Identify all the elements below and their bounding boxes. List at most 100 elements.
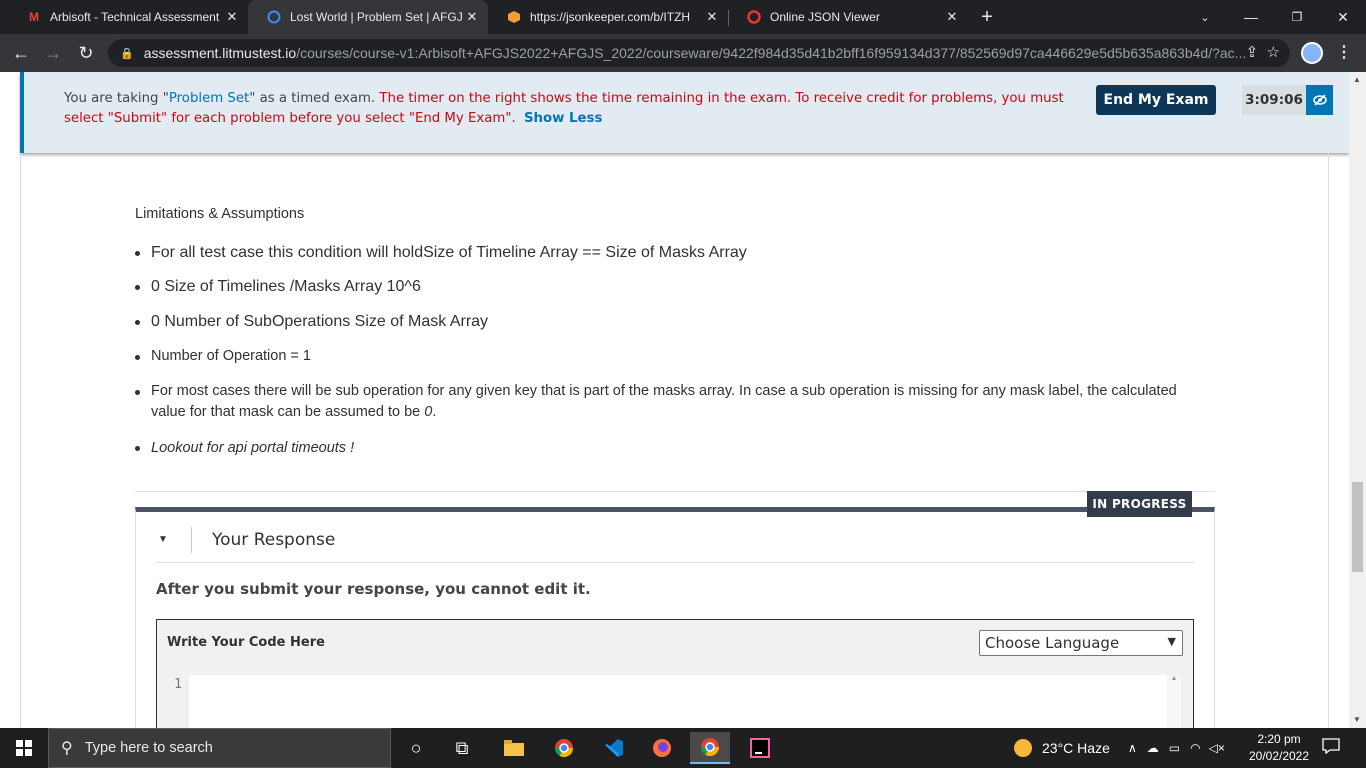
timed-exam-banner: You are taking "Problem Set" as a timed … — [20, 72, 1349, 153]
limitation-item: Lookout for api portal timeouts ! — [135, 437, 1195, 459]
response-note: After you submit your response, you cann… — [156, 580, 591, 598]
reload-icon[interactable]: ↻ — [74, 41, 98, 65]
task-view-icon[interactable]: ⧉ — [442, 732, 482, 764]
scroll-down-icon[interactable]: ▼ — [1353, 715, 1361, 724]
system-tray-icons[interactable]: ∧ ☁ ▭ ◠ ◁× — [1128, 728, 1225, 768]
show-less-link[interactable]: Show Less — [524, 111, 602, 126]
windows-logo-icon — [16, 740, 32, 756]
tab-title: Lost World | Problem Set | AFGJS — [290, 10, 462, 24]
scrollbar-thumb[interactable] — [1352, 482, 1363, 572]
tab-title: Online JSON Viewer — [770, 10, 880, 24]
profile-avatar[interactable] — [1301, 42, 1323, 64]
forward-arrow-icon[interactable]: → — [41, 41, 65, 65]
browser-tab-bar: M Arbisoft - Technical Assessment - ✕ Lo… — [0, 0, 1366, 34]
response-panel: ▼ Your Response After you submit your re… — [135, 507, 1215, 728]
new-tab-button[interactable]: + — [976, 6, 998, 28]
limitation-item: 0 Size of Timelines /Masks Array 10^6 — [135, 276, 1195, 298]
close-icon[interactable]: ✕ — [942, 9, 962, 25]
collapse-caret-icon[interactable]: ▼ — [158, 534, 168, 545]
limitation-item: 0 Number of SubOperations Size of Mask A… — [135, 311, 1195, 333]
address-toolbar: ← → ↻ 🔒 assessment.litmustest.io/courses… — [0, 34, 1366, 72]
tab-lost-world[interactable]: Lost World | Problem Set | AFGJS ✕ — [248, 0, 488, 34]
section-divider — [135, 491, 1215, 492]
response-title: Your Response — [212, 530, 336, 550]
vscode-icon[interactable] — [594, 732, 634, 764]
close-icon[interactable]: ✕ — [222, 9, 242, 25]
windows-taskbar: ⚲ Type here to search ○ ⧉ 23°C Haze ∧ ☁ … — [0, 728, 1366, 768]
page-scrollbar[interactable]: ▲ ▼ — [1349, 72, 1366, 728]
edx-icon — [266, 9, 282, 25]
tab-search-chevron-icon[interactable]: ⌄ — [1182, 0, 1228, 34]
tab-title: Arbisoft - Technical Assessment - — [50, 10, 222, 24]
chrome-active-icon[interactable] — [690, 732, 730, 764]
limitation-item: For most cases there will be sub operati… — [135, 381, 1195, 424]
status-badge: IN PROGRESS — [1087, 491, 1192, 517]
banner-text: You are taking " — [64, 91, 169, 106]
limitation-item: For all test case this condition will ho… — [135, 242, 1195, 264]
limitation-period: . — [432, 404, 437, 420]
tab-json-viewer[interactable]: Online JSON Viewer ✕ — [728, 0, 968, 34]
start-button[interactable] — [0, 728, 48, 768]
language-select-value: Choose Language — [985, 634, 1120, 652]
taskbar-clock[interactable]: 2:20 pm 20/02/2022 — [1244, 731, 1314, 765]
gmail-icon: M — [29, 10, 39, 24]
close-icon[interactable]: ✕ — [462, 9, 482, 25]
battery-icon[interactable]: ▭ — [1169, 741, 1180, 755]
chevron-down-icon: ▼ — [1167, 635, 1176, 648]
taskbar-search-placeholder: Type here to search — [84, 740, 213, 756]
wifi-icon[interactable]: ◠ — [1190, 741, 1200, 755]
editor-label: Write Your Code Here — [167, 635, 325, 650]
file-explorer-icon[interactable] — [494, 732, 534, 764]
opera-icon — [746, 9, 762, 25]
banner-text: " as a timed exam. — [249, 91, 380, 106]
hide-timer-eye-icon[interactable] — [1306, 85, 1333, 115]
url-host: assessment.litmustest.io — [143, 45, 297, 61]
url-bar[interactable]: 🔒 assessment.litmustest.io/courses/cours… — [108, 39, 1290, 67]
haze-weather-icon — [1014, 739, 1032, 757]
code-input[interactable] — [189, 675, 1167, 728]
jsonkeeper-icon — [506, 9, 522, 25]
response-divider — [156, 562, 1194, 563]
share-and-bookmark-icons[interactable]: ⇪ ☆ — [1246, 43, 1280, 61]
clock-time: 2:20 pm — [1257, 732, 1301, 746]
tab-jsonkeeper[interactable]: https://jsonkeeper.com/b/ITZH ✕ — [488, 0, 728, 34]
minimize-button[interactable]: — — [1228, 0, 1274, 34]
scroll-up-icon[interactable]: ▲ — [1353, 75, 1361, 84]
header-separator — [191, 527, 192, 553]
exam-banner-message: You are taking "Problem Set" as a timed … — [64, 89, 1094, 129]
restore-button[interactable]: ❐ — [1274, 0, 1320, 34]
limitations-list: For all test case this condition will ho… — [135, 242, 1195, 459]
taskbar-search[interactable]: ⚲ Type here to search — [48, 728, 391, 768]
notification-center-icon[interactable] — [1322, 738, 1342, 758]
chrome-icon[interactable] — [544, 732, 584, 764]
exam-name: Problem Set — [168, 91, 250, 106]
code-editor-panel: Write Your Code Here Choose Language ▼ 1… — [156, 619, 1194, 728]
chevron-up-icon[interactable]: ∧ — [1128, 741, 1137, 755]
page-viewport: You are taking "Problem Set" as a timed … — [0, 72, 1366, 728]
tab-arbisoft-email[interactable]: M Arbisoft - Technical Assessment - ✕ — [8, 0, 248, 34]
volume-muted-icon[interactable]: ◁× — [1209, 741, 1225, 755]
lock-icon: 🔒 — [120, 47, 134, 60]
tab-title: https://jsonkeeper.com/b/ITZH — [530, 10, 691, 24]
intellij-icon[interactable] — [740, 732, 780, 764]
firefox-icon[interactable] — [642, 732, 682, 764]
exam-timer: 3:09:06 — [1242, 85, 1306, 115]
cortana-icon[interactable]: ○ — [396, 732, 436, 764]
limitations-heading: Limitations & Assumptions — [135, 206, 305, 222]
line-number: 1 — [174, 677, 182, 692]
back-arrow-icon[interactable]: ← — [9, 41, 33, 65]
end-my-exam-button[interactable]: End My Exam — [1096, 85, 1216, 115]
onedrive-cloud-icon[interactable]: ☁ — [1147, 741, 1159, 755]
weather-widget[interactable]: 23°C Haze — [1014, 728, 1110, 768]
limitation-text: For most cases there will be sub operati… — [151, 382, 1177, 421]
limitation-item: Number of Operation = 1 — [135, 346, 1195, 368]
close-icon[interactable]: ✕ — [702, 9, 722, 25]
url-path: /courses/course-v1:Arbisoft+AFGJS2022+AF… — [296, 45, 1247, 61]
close-window-button[interactable]: ✕ — [1320, 0, 1366, 34]
language-select[interactable]: Choose Language ▼ — [979, 630, 1183, 656]
weather-text: 23°C Haze — [1042, 740, 1110, 756]
search-icon: ⚲ — [61, 740, 73, 757]
browser-menu-icon[interactable]: ⋮ — [1336, 42, 1352, 62]
clock-date: 20/02/2022 — [1248, 749, 1310, 763]
editor-scrollbar[interactable]: ▲ — [1167, 675, 1181, 728]
